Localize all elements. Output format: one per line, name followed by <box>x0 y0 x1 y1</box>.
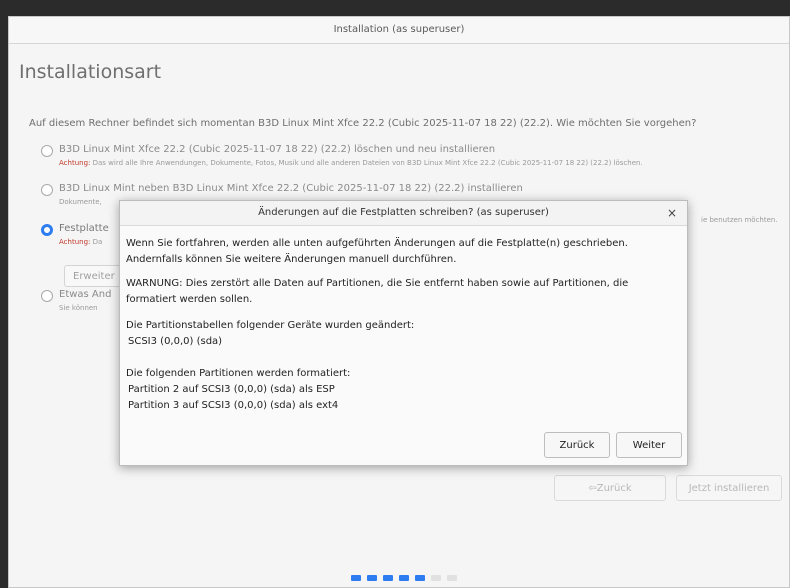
progress-dots <box>351 566 463 585</box>
option-label: Festplatte <box>59 223 109 234</box>
advanced-features-button[interactable]: Erweiter <box>64 265 124 287</box>
dialog-body: Wenn Sie fortfahren, werden alle unten a… <box>126 236 676 414</box>
radio-alongside[interactable] <box>41 184 53 196</box>
option-description-right: ie benutzen möchten. <box>701 216 778 224</box>
install-now-button[interactable]: Jetzt installieren <box>676 475 782 501</box>
progress-dot <box>367 575 377 581</box>
page-title: Installationsart <box>19 61 162 83</box>
dialog-back-button[interactable]: Zurück <box>544 432 610 458</box>
option-description: Achtung: Da <box>59 238 102 246</box>
dialog-title: Änderungen auf die Festplatten schreiben… <box>258 207 549 218</box>
progress-dot <box>431 575 441 581</box>
back-arrow-icon: ⇦ <box>588 483 597 494</box>
window-titlebar: Installation (as superuser) <box>9 17 789 44</box>
dialog-titlebar: Änderungen auf die Festplatten schreiben… <box>120 201 687 226</box>
warning-label: Achtung: <box>59 238 91 246</box>
back-button-label: Zurück <box>596 483 632 494</box>
warning-label: Achtung: <box>59 159 91 167</box>
changed-tables-heading: Die Partitionstabellen folgender Geräte … <box>126 320 415 331</box>
formatted-partition: Partition 2 auf SCSI3 (0,0,0) (sda) als … <box>128 384 335 395</box>
progress-dot <box>415 575 425 581</box>
progress-dot <box>351 575 361 581</box>
option-description: Dokumente, <box>59 198 102 206</box>
confirm-write-dialog: Änderungen auf die Festplatten schreiben… <box>119 200 688 466</box>
option-description: Achtung: Das wird alle Ihre Anwendungen,… <box>59 159 643 167</box>
close-icon[interactable]: × <box>667 201 677 225</box>
progress-dot <box>447 575 457 581</box>
progress-dot <box>383 575 393 581</box>
option-label: B3D Linux Mint Xfce 22.2 (Cubic 2025-11-… <box>59 144 496 155</box>
dialog-warning: WARNUNG: Dies zerstört alle Daten auf Pa… <box>126 278 629 305</box>
radio-something-else[interactable] <box>41 290 53 302</box>
radio-erase[interactable] <box>41 145 53 157</box>
radio-erase-disk-selected[interactable] <box>41 224 53 236</box>
option-desc-text: Das wird alle Ihre Anwendungen, Dokument… <box>90 159 643 167</box>
changed-device: SCSI3 (0,0,0) (sda) <box>128 336 223 347</box>
formatted-partitions-heading: Die folgenden Partitionen werden formati… <box>126 368 351 379</box>
dialog-next-button[interactable]: Weiter <box>616 432 682 458</box>
option-desc-text: Da <box>90 238 103 246</box>
back-button[interactable]: ⇦Zurück <box>554 475 666 501</box>
option-description: Sie können <box>59 304 98 312</box>
progress-dot <box>399 575 409 581</box>
option-label: B3D Linux Mint neben B3D Linux Mint Xfce… <box>59 183 523 194</box>
install-question: Auf diesem Rechner befindet sich momenta… <box>29 118 697 129</box>
option-label: Etwas And <box>59 289 112 300</box>
dialog-intro: Wenn Sie fortfahren, werden alle unten a… <box>126 238 628 265</box>
formatted-partition: Partition 3 auf SCSI3 (0,0,0) (sda) als … <box>128 400 339 411</box>
